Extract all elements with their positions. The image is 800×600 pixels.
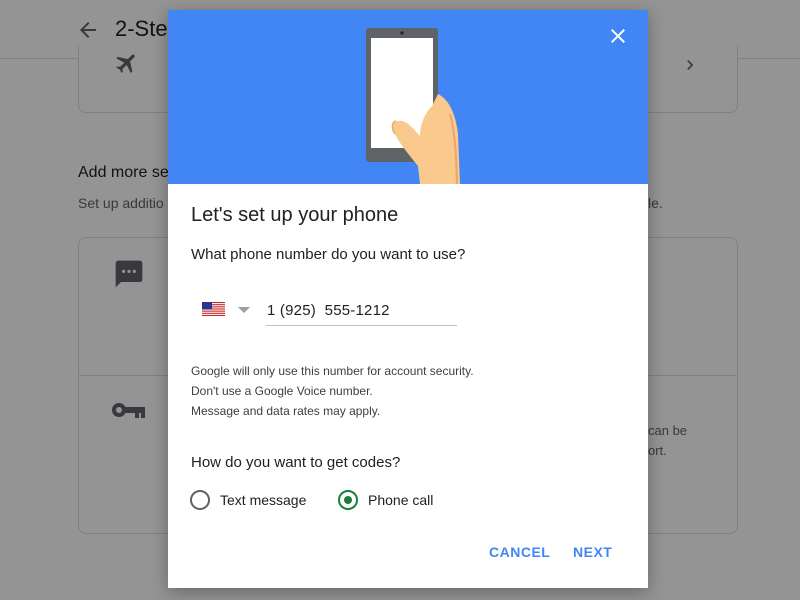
phone-question: What phone number do you want to use? — [191, 246, 466, 263]
phone-number-input[interactable] — [266, 297, 457, 326]
dialog-title: Let's set up your phone — [191, 204, 399, 226]
phone-call-option[interactable]: Phone call — [338, 490, 448, 512]
close-icon[interactable] — [606, 24, 630, 48]
phone-call-label: Phone call — [368, 492, 434, 508]
text-message-label: Text message — [220, 492, 307, 508]
radio-button-checked[interactable] — [338, 490, 358, 510]
rates-note: Message and data rates may apply. — [191, 404, 381, 418]
radio-button-unchecked[interactable] — [190, 490, 210, 510]
us-flag-icon — [202, 302, 225, 316]
dialog-hero-banner — [168, 10, 648, 184]
hand-holding-phone-illustration — [366, 28, 460, 184]
security-note: Google will only use this number for acc… — [191, 364, 474, 378]
cancel-button[interactable]: CANCEL — [489, 544, 550, 560]
phone-setup-dialog: Let's set up your phone What phone numbe… — [168, 10, 648, 588]
next-button[interactable]: NEXT — [573, 544, 612, 560]
voice-note: Don't use a Google Voice number. — [191, 384, 373, 398]
codes-question: How do you want to get codes? — [191, 454, 401, 471]
text-message-option[interactable]: Text message — [190, 490, 320, 512]
country-select[interactable] — [200, 298, 254, 322]
radio-dot — [344, 496, 352, 504]
chevron-down-icon — [238, 307, 250, 313]
